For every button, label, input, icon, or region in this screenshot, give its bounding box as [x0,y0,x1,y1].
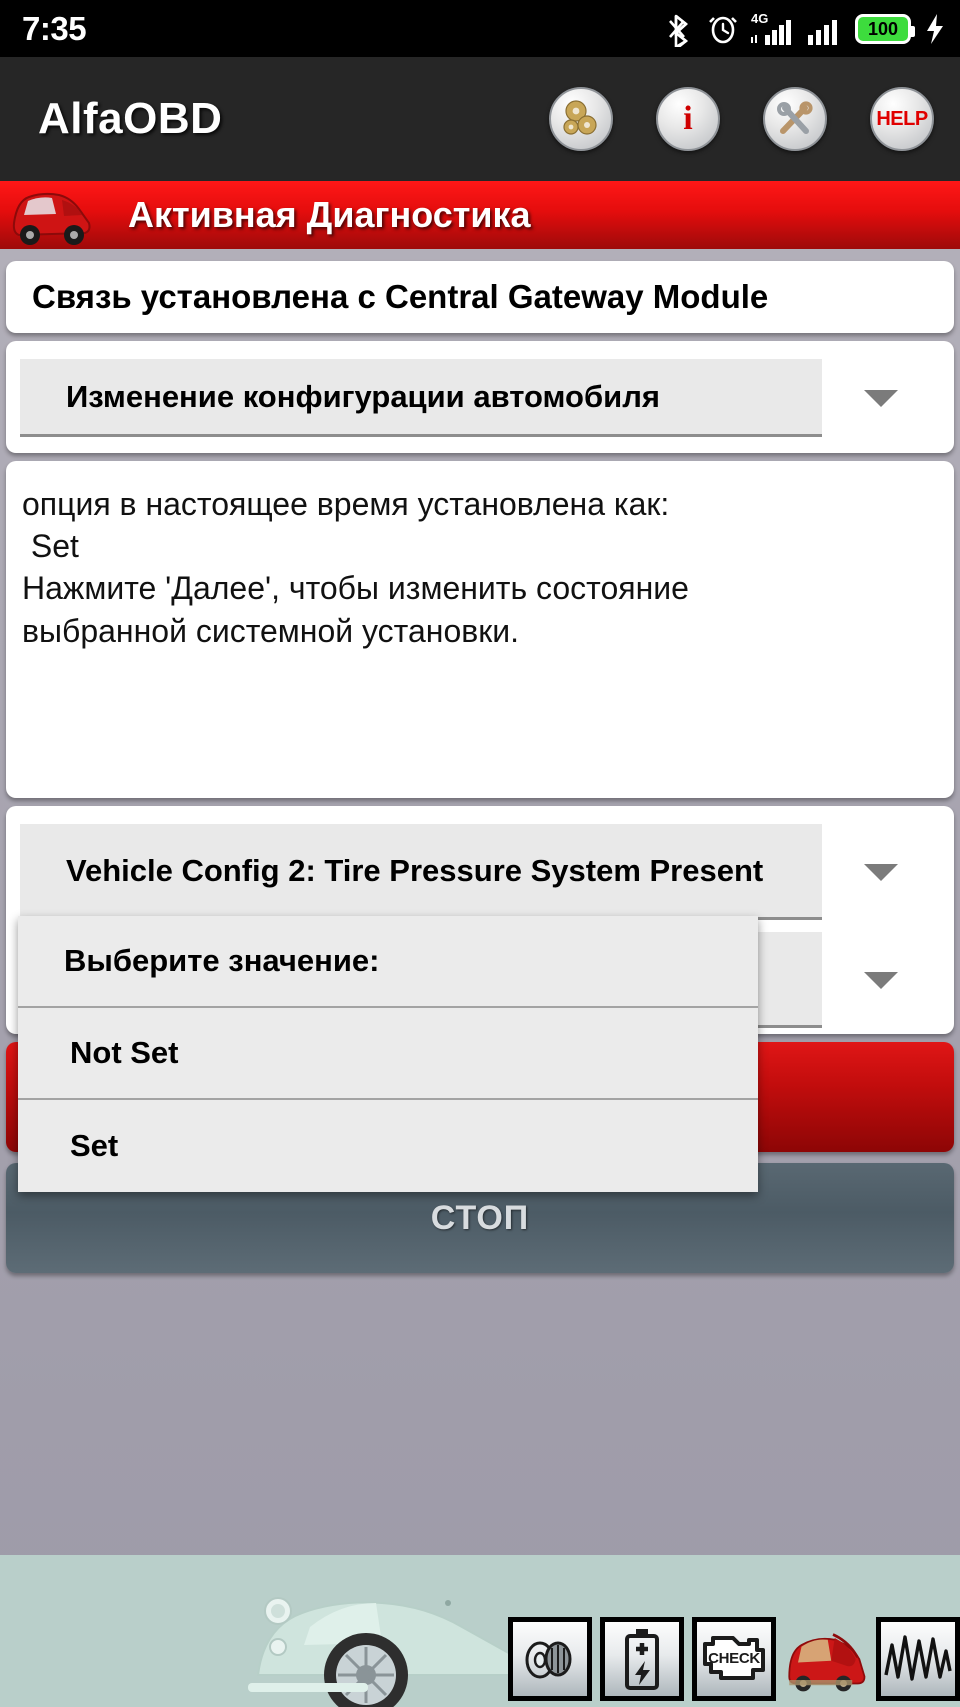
value-dropdown-popup[interactable]: Выберите значение: Not Set Set [18,916,758,1192]
parameter-spinner-face[interactable]: Vehicle Config 2: Tire Pressure System P… [20,824,822,920]
help-button[interactable]: HELP [870,87,934,151]
bluetooth-icon [669,14,689,47]
mode-spinner[interactable]: Изменение конфигурации автомобиля [20,359,940,437]
signal-4g-icon: 4G [751,11,791,45]
mode-spinner-face[interactable]: Изменение конфигурации автомобиля [20,359,822,437]
app-header-actions: i HELP [549,87,934,151]
message-line-1: опция в настоящее время установлена как: [22,486,670,522]
dropdown-header-label: Выберите значение: [64,943,380,978]
parameter-spinner[interactable]: Vehicle Config 2: Tire Pressure System P… [20,824,940,920]
check-engine-label: CHECK [708,1650,760,1667]
red-car-icon [12,192,91,245]
bottom-toolbar: CHECK [0,1555,960,1707]
dropdown-header: Выберите значение: [18,916,758,1008]
chevron-down-icon [864,971,898,989]
info-glyph: i [683,100,693,137]
battery-status-icon: 100 [855,13,915,44]
app-header: AlfaOBD i HELP [0,57,960,181]
mode-spinner-card[interactable]: Изменение конфигурации автомобиля [6,341,954,453]
message-card: опция в настоящее время установлена как:… [6,461,954,798]
stop-button-label: СТОП [430,1198,530,1237]
alarm-clock-icon [709,16,737,43]
dropdown-option-label: Set [70,1128,119,1163]
dropdown-option-set[interactable]: Set [18,1100,758,1192]
waveform-icon [884,1635,952,1681]
battery-icon-button[interactable] [600,1617,684,1701]
app-title: AlfaOBD [38,94,223,143]
settings-gears-button[interactable] [549,87,613,151]
check-engine-icon-button[interactable]: CHECK [692,1617,776,1701]
lamp-icon-button[interactable] [508,1617,592,1701]
info-button[interactable]: i [656,87,720,151]
gears-icon [563,100,597,135]
message-line-4: выбранной системной установки. [22,612,519,649]
parameter-spinner-label: Vehicle Config 2: Tire Pressure System P… [66,852,764,888]
tools-button[interactable] [763,87,827,151]
battery-percent-label: 100 [867,18,899,39]
charging-bolt-icon [927,13,943,44]
green-car-image [248,1597,548,1707]
check-engine-icon: CHECK [703,1636,765,1680]
red-car-icon-button[interactable] [784,1617,868,1701]
bottom-toolbar-icons: CHECK [508,1617,960,1701]
mode-spinner-arrow[interactable] [822,359,940,437]
dropdown-option-label: Not Set [70,1035,179,1070]
message-line-2: Set [22,528,79,565]
lamp-icon [525,1641,572,1679]
message-body: опция в настоящее время установлена как:… [22,483,938,652]
red-car-icon [788,1633,866,1692]
parameter-spinner-arrow[interactable] [822,824,940,920]
waveform-icon-button[interactable] [876,1617,960,1701]
android-status-bar: 7:35 4G 100 [0,0,960,57]
chevron-down-icon [864,863,898,881]
svg-text:4G: 4G [751,11,768,26]
banner-title: Активная Диагностика [128,194,531,235]
message-line-3: Нажмите 'Далее', чтобы изменить состояни… [22,570,689,607]
dropdown-option-not-set[interactable]: Not Set [18,1008,758,1100]
mode-spinner-label: Изменение конфигурации автомобиля [66,378,660,414]
section-banner: Активная Диагностика [0,181,960,249]
status-bar-icons: 4G 100 [667,11,946,47]
signal-icon [808,19,837,45]
connection-status-card: Связь установлена с Central Gateway Modu… [6,261,954,333]
wrench-screwdriver-icon [777,101,813,134]
help-label: HELP [876,107,928,130]
chevron-down-icon [864,389,898,407]
connection-status-text: Связь установлена с Central Gateway Modu… [32,278,769,315]
status-bar-clock: 7:35 [22,9,87,47]
app-screen: 7:35 4G 100 AlfaOBD i HELP Активная Диаг… [0,0,960,1707]
battery-icon [625,1629,659,1690]
value-spinner-arrow[interactable] [822,932,940,1028]
